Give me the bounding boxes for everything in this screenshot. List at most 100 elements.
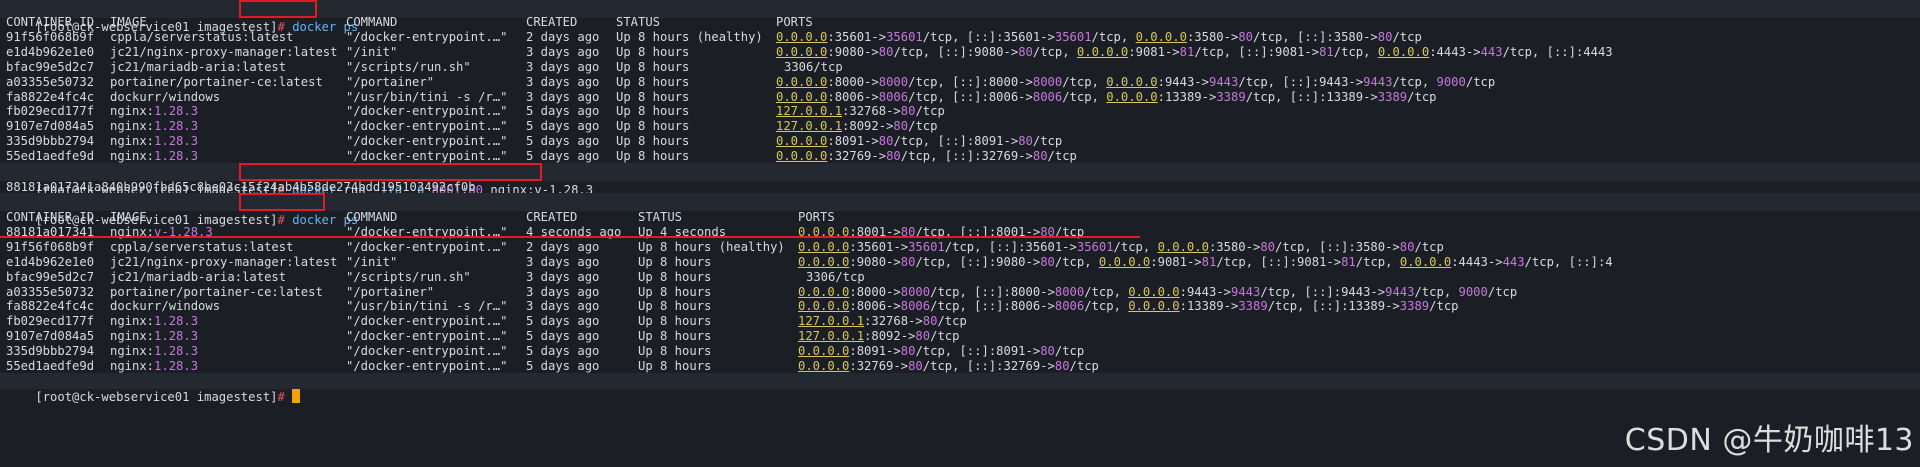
port-text: [::]:9081-> [1238,44,1320,59]
port-number: 80 [886,149,901,164]
port-text: /tcp, [908,74,953,89]
image-name: dockurr/windows [110,89,221,104]
port-number: 8006 [1032,89,1063,104]
terminal-window[interactable]: [root@ck-webservice01 imagestest]# docke… [0,0,1920,467]
ip-address: 0.0.0.0 [798,344,850,359]
port-text: :9443-> [1179,284,1231,299]
port-text: :13389-> [1179,299,1239,314]
port-text: [::]:13389-> [1311,299,1400,314]
port-text: /tcp, [1524,254,1569,269]
port-text: /tcp, [1084,284,1129,299]
port-number: 9443 [1209,74,1239,89]
port-text: /tcp, [1032,44,1077,59]
text-cursor [292,389,301,403]
port-text: :9081-> [1128,44,1180,59]
ip-address: 0.0.0.0 [1106,74,1158,89]
port-text: :32769-> [849,359,909,373]
ip-address: 0.0.0.0 [1098,254,1151,269]
port-number: 35601 [1054,29,1092,44]
port-text: /tcp, [1267,299,1312,314]
port-number: 8000 [1032,74,1063,89]
port-text: /tcp [1392,29,1422,44]
port-number: 80 [893,119,909,134]
image-tag: 1.28.3 [154,104,199,119]
port-number: 8006 [900,299,931,314]
port-text: [::]:8006-> [974,299,1055,314]
port-text: /tcp, [1253,29,1298,44]
port-text: [::]:9443-> [1304,284,1386,299]
ip-address: 0.0.0.0 [776,89,828,104]
ip-address: 0.0.0.0 [798,359,850,373]
port-number: 9443 [1363,74,1393,89]
port-text: :8091-> [849,344,901,359]
port-text: /tcp [1414,239,1444,254]
port-number: 81 [1179,44,1195,59]
image-name: nginx: [110,344,155,359]
port-text: /tcp [1465,74,1496,89]
port-text: /tcp [1429,299,1459,314]
port-text: /tcp, [1502,44,1547,59]
image-name: nginx: [110,119,155,134]
port-text: /tcp, [893,134,938,149]
port-text: /tcp, [1355,254,1400,269]
port-text: /tcp [1032,134,1063,149]
port-text: /tcp, [1194,44,1239,59]
port-text: /tcp, [1216,254,1261,269]
port-text: /tcp, [1091,29,1136,44]
port-text: [::]:35601-> [966,29,1055,44]
port-text: /tcp [915,104,945,119]
ip-address: 0.0.0.0 [776,29,828,44]
highlight-box-docker-ps-1 [239,0,317,18]
port-text: /tcp, [944,239,989,254]
prompt-hash: # [277,390,285,404]
port-number: 9443 [1231,284,1261,299]
port-text: /tcp [930,329,960,344]
port-text: /tcp [937,314,967,329]
port-text: :8000-> [849,284,901,299]
port-text: /tcp, [915,344,960,359]
port-number: 8000 [1054,284,1085,299]
port-text: :4443-> [1451,254,1503,269]
image-name: nginx: [110,104,155,119]
port-text: 3306/tcp [806,269,865,284]
port-text: :32769-> [827,149,887,164]
highlight-box-docker-ps-2 [239,193,325,211]
port-text: /tcp, [915,254,960,269]
port-number: 443 [1502,254,1525,269]
prompt-line-4[interactable]: [root@ck-webservice01 imagestest]# [0,373,1920,404]
ip-address: 127.0.0.1 [776,104,843,119]
port-number: 80 [1018,134,1033,149]
port-number: 80 [1260,239,1276,254]
image-name: nginx: [110,359,155,373]
image-name: portainer/portainer-ce:latest [110,74,323,89]
port-text: [::]:8000-> [952,74,1033,89]
port-text: :32768-> [842,104,901,119]
image-tag: 1.28.3 [154,329,199,344]
port-number: 8000 [900,284,931,299]
port-text: [::]:3580-> [1319,239,1400,254]
port-text: /tcp, [1333,44,1378,59]
port-number: 443 [1480,44,1503,59]
image-name: nginx: [110,149,155,164]
port-text: /tcp, [1260,284,1305,299]
port-text: /tcp [908,119,938,134]
port-text: :8000-> [827,74,879,89]
port-text: :13389-> [1157,89,1217,104]
csdn-watermark: CSDN @牛奶咖啡13 [1624,423,1914,458]
port-number: 80 [1238,29,1254,44]
image-tag: 1.28.3 [154,344,199,359]
image-tag: 1.28.3 [154,119,199,134]
port-text: /tcp, [1238,74,1283,89]
ip-address: 0.0.0.0 [798,239,850,254]
port-text: /tcp, [930,284,975,299]
port-text: [::]:3580-> [1297,29,1378,44]
ip-address: 127.0.0.1 [798,314,865,329]
ip-address: 127.0.0.1 [798,329,865,344]
port-number: 80 [1032,149,1048,164]
image-name: portainer/portainer-ce:latest [110,284,323,299]
port-number: 80 [878,44,894,59]
port-text: [::]:4 [1568,254,1613,269]
new-container-underline [0,236,1140,238]
port-text: /tcp, [1062,74,1107,89]
port-number: 81 [1341,254,1356,269]
